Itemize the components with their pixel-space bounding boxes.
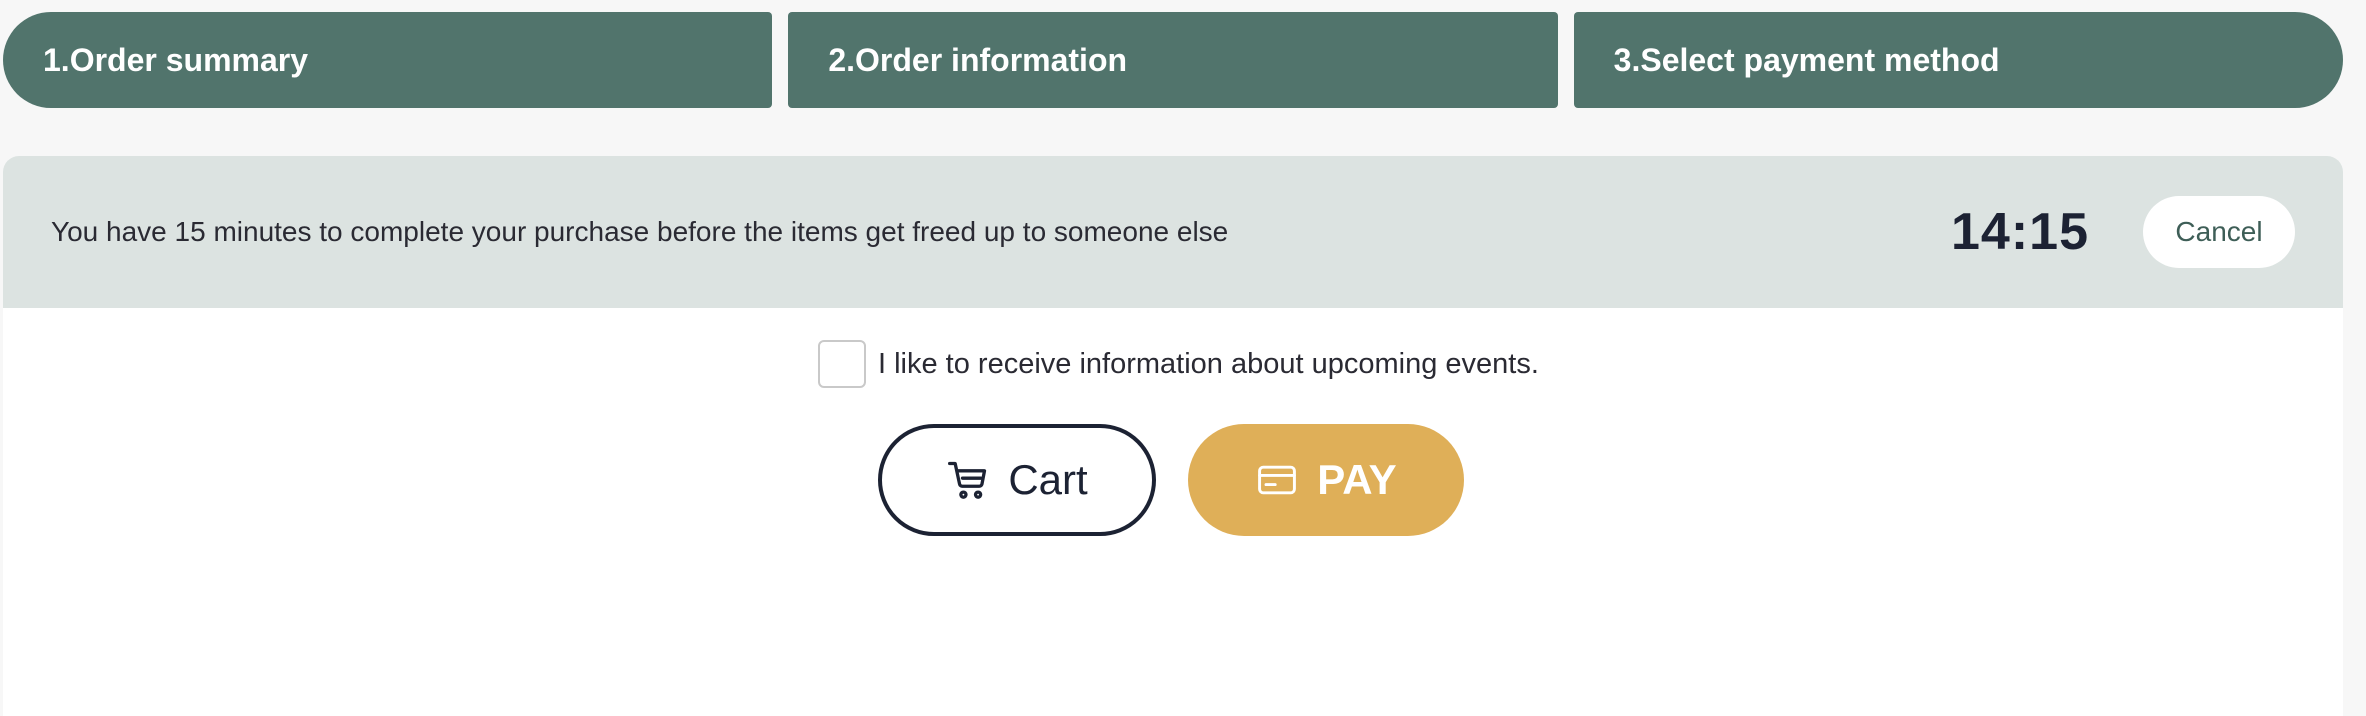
credit-card-icon <box>1255 458 1299 502</box>
timer-message: You have 15 minutes to complete your pur… <box>51 216 1229 247</box>
cart-button[interactable]: Cart <box>878 424 1156 536</box>
events-optin: I like to receive information about upco… <box>818 340 1539 388</box>
countdown-timer: 14:15 <box>1951 203 2089 261</box>
cart-icon <box>946 458 990 502</box>
timer-bar: You have 15 minutes to complete your pur… <box>3 156 2343 308</box>
cart-button-label: Cart <box>1008 456 1088 503</box>
events-optin-checkbox[interactable] <box>818 340 866 388</box>
pay-button[interactable]: PAY <box>1188 424 1464 536</box>
step-order-summary[interactable]: 1.Order summary <box>3 12 773 108</box>
step-label: 3.Select payment method <box>1613 41 2000 78</box>
step-label: 2.Order information <box>828 41 1128 78</box>
step-select-payment-method[interactable]: 3.Select payment method <box>1573 12 2343 108</box>
step-order-information[interactable]: 2.Order information <box>788 12 1558 108</box>
checkout-actions: Cart PAY <box>878 424 1464 536</box>
checkout-steps: 1.Order summary 2.Order information 3.Se… <box>3 12 2343 108</box>
pay-button-label: PAY <box>1317 456 1397 503</box>
step-label: 1.Order summary <box>43 41 309 78</box>
events-optin-label: I like to receive information about upco… <box>878 347 1539 380</box>
cancel-button[interactable]: Cancel <box>2143 196 2295 268</box>
